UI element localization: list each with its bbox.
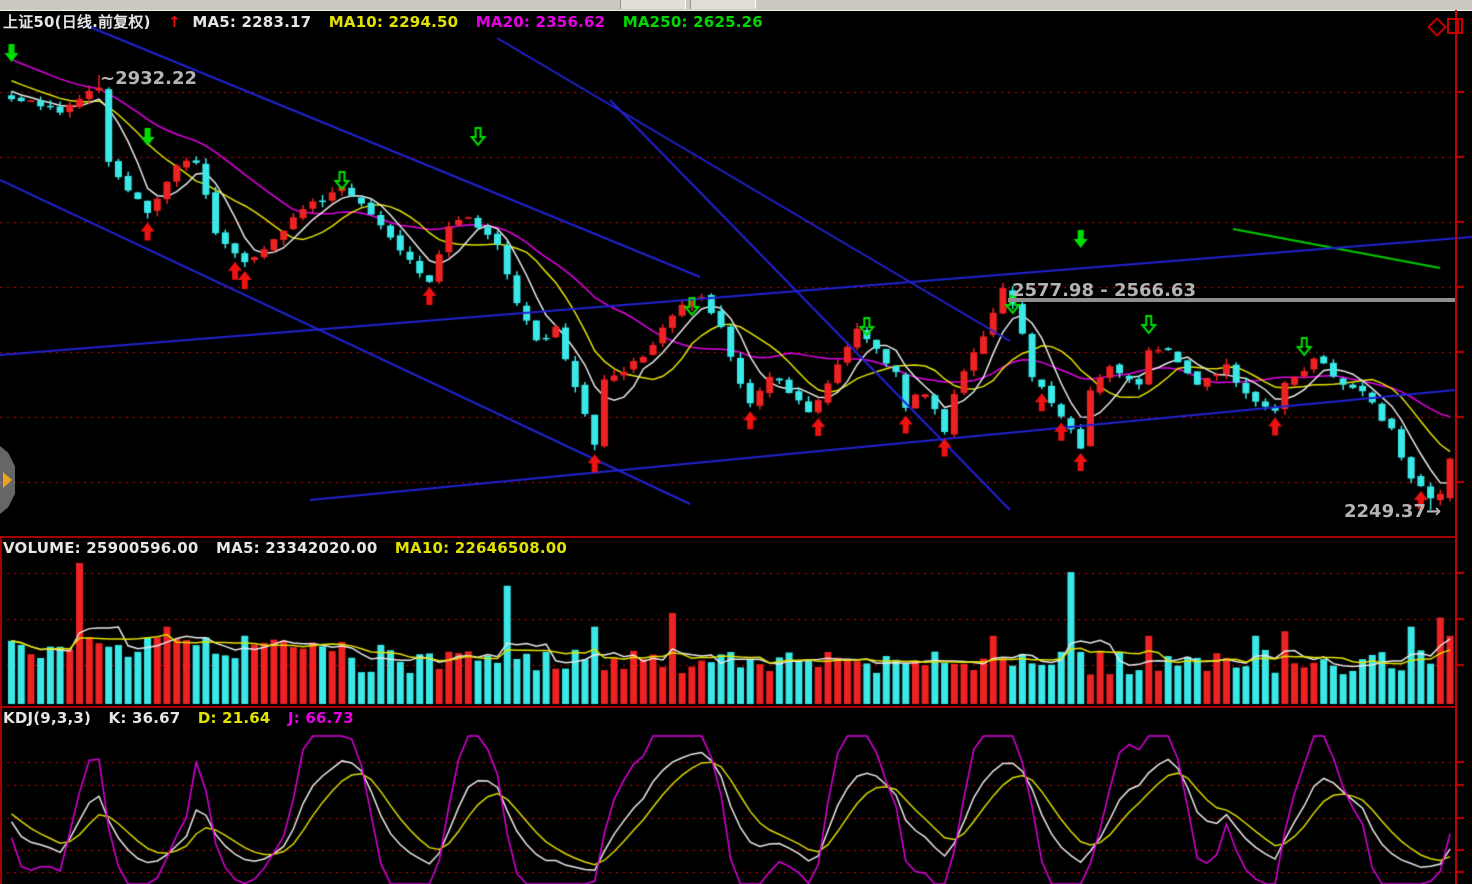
ma20-value: MA20: 2356.62	[476, 13, 606, 31]
window-top-strip	[0, 0, 1472, 11]
ma250-value: MA250: 2625.26	[623, 13, 763, 31]
kdj-k-value: K: 36.67	[109, 709, 181, 727]
chart-canvas[interactable]	[0, 0, 1472, 884]
ma5-value: MA5: 2283.17	[192, 13, 311, 31]
play-triangle-icon	[3, 472, 12, 488]
split-line	[1457, 20, 1459, 32]
kdj-d-value: D: 21.64	[198, 709, 271, 727]
volume-value: VOLUME: 25900596.00	[3, 539, 199, 557]
peak-price-annotation: ~2932.22	[100, 68, 197, 89]
kdj-panel-separator	[0, 706, 1456, 708]
right-panel-border	[1455, 10, 1457, 884]
main-chart-legend: 上证50(日线.前复权) ↑ MA5: 2283.17 MA10: 2294.5…	[3, 11, 775, 32]
kdj-j-value: J: 66.73	[288, 709, 354, 727]
symbol-title: 上证50(日线.前复权)	[3, 13, 151, 31]
volume-panel-separator	[0, 536, 1456, 538]
gap-price-annotation: 2577.98 - 2566.63	[1012, 280, 1196, 301]
ma10-value: MA10: 2294.50	[329, 13, 459, 31]
strip-box	[620, 0, 686, 9]
right-arrow-icon: →	[1426, 501, 1441, 522]
kdj-label: KDJ(9,3,3)	[3, 709, 91, 727]
stock-app-window: 上证50(日线.前复权) ↑ MA5: 2283.17 MA10: 2294.5…	[0, 0, 1472, 884]
up-arrow-icon: ↑	[168, 13, 181, 31]
volume-legend: VOLUME: 25900596.00 MA5: 23342020.00 MA1…	[3, 539, 579, 557]
split-window-icon[interactable]	[1447, 18, 1463, 34]
left-panel-border	[0, 536, 2, 884]
strip-box	[690, 0, 756, 9]
low-price-annotation: 2249.37→	[1344, 501, 1441, 522]
volume-ma10-value: MA10: 22646508.00	[395, 539, 567, 557]
kdj-legend: KDJ(9,3,3) K: 36.67 D: 21.64 J: 66.73	[3, 709, 366, 727]
volume-ma5-value: MA5: 23342020.00	[216, 539, 377, 557]
